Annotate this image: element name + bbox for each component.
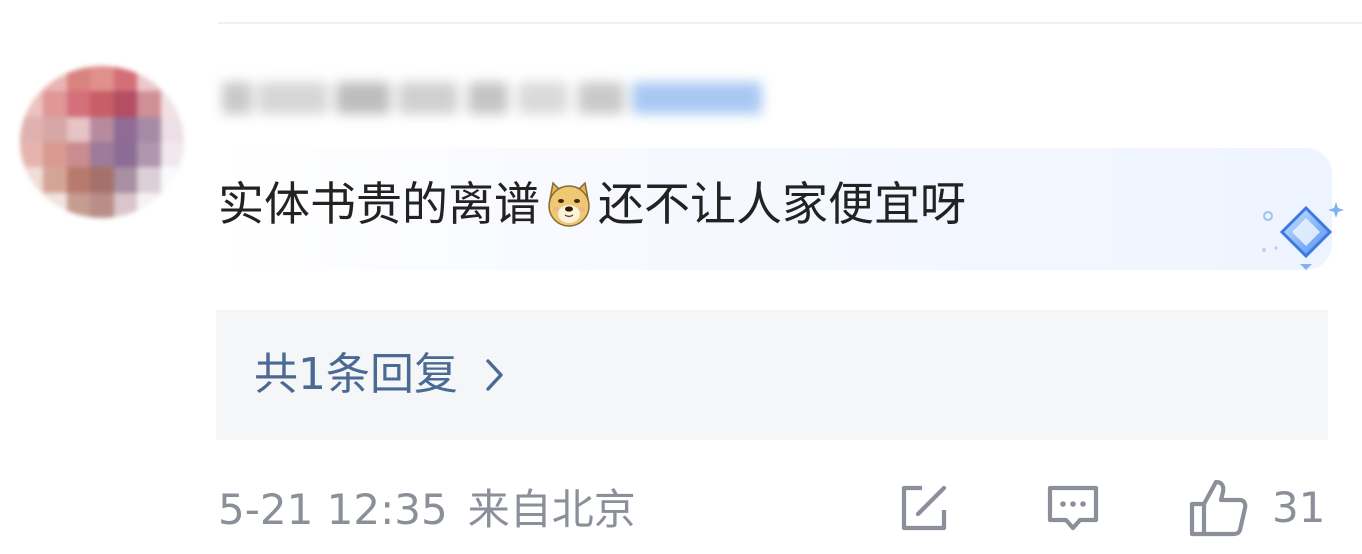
chevron-right-icon: [486, 359, 503, 391]
top-divider: [218, 22, 1362, 24]
avatar[interactable]: [20, 66, 184, 218]
view-replies-link[interactable]: 共1条回复: [254, 340, 506, 410]
comment-meta: 5-21 12:35 来自北京: [218, 478, 636, 542]
comment-text-part-1: 实体书贵的离谱: [218, 177, 540, 231]
like-count: 31: [1272, 483, 1326, 532]
like-button[interactable]: 31: [1186, 476, 1325, 540]
share-icon[interactable]: [892, 476, 956, 540]
doge-emoji-icon: [548, 181, 590, 227]
comment-icon[interactable]: [1044, 476, 1102, 540]
thumbs-up-icon: [1189, 479, 1248, 537]
username-blurred[interactable]: [218, 68, 770, 128]
comment-time: 5-21 12:35: [218, 485, 448, 534]
comment-text-part-2: 还不让人家便宜呀: [598, 177, 966, 231]
comment-text: 实体书贵的离谱 还不让人家便宜呀: [218, 170, 966, 238]
comment-location: 来自北京: [467, 485, 636, 534]
replies-label: 共1条回复: [254, 349, 458, 400]
diamond-badge-icon: [1262, 202, 1344, 270]
